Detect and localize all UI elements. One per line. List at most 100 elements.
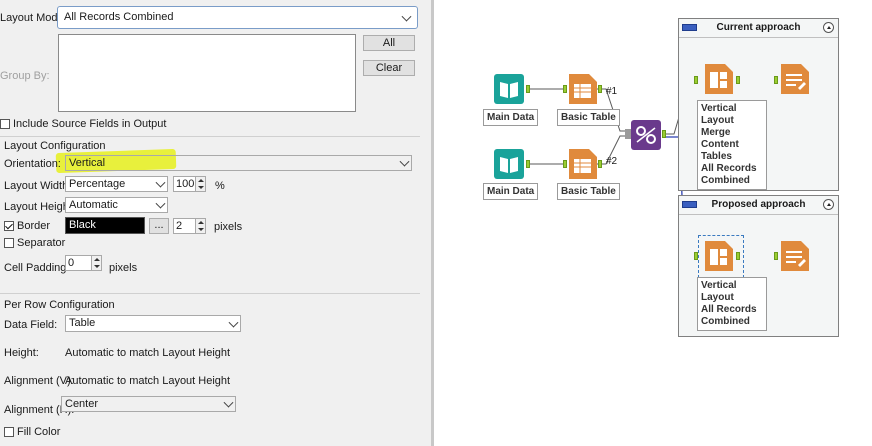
render-icon [781,64,809,94]
join-tool[interactable] [631,120,661,150]
container-icon [682,201,697,208]
border-width-spinner[interactable]: 2 [173,218,206,234]
per-row-header: Per Row Configuration [4,299,115,311]
border-color-more-button[interactable]: ... [149,218,169,234]
cell-padding-unit: pixels [109,262,138,274]
layout-mode-dropdown[interactable]: All Records Combined [57,6,418,29]
cell-padding-label: Cell Padding: [4,262,70,274]
main-data-tool-1[interactable] [494,74,524,104]
layout-width-mode-value: Percentage [69,178,126,190]
layout-width-mode-dropdown[interactable]: Percentage [65,176,168,192]
chevron-down-icon [228,317,239,328]
label-line: Combined [701,175,750,186]
connection-label-1: #1 [606,86,618,97]
height-value: Automatic to match Layout Height [65,347,231,359]
label-line: Combined [701,316,750,327]
label-line: All Records [701,163,757,174]
layout-width-value: 100 [176,178,195,190]
clear-button[interactable]: Clear [363,60,415,76]
separator-label: Separator [17,237,66,249]
data-field-dropdown[interactable]: Table [65,315,241,332]
basic-table-tool-2[interactable] [567,149,597,179]
container-header[interactable]: Proposed approach [679,196,838,215]
render-tool-proposed[interactable] [779,241,809,271]
main-data-tool-2[interactable] [494,149,524,179]
label-line: Vertical Layout [701,280,737,303]
fill-color-label: Fill Color [17,426,61,438]
workflow-canvas[interactable]: Main Data #1 Basic Table Main Data #2 Ba… [434,0,872,446]
layout-width-spinner[interactable]: 100 [173,176,206,192]
group-by-list[interactable] [58,34,356,112]
all-button[interactable]: All [363,35,415,51]
include-source-checkbox[interactable] [0,119,10,129]
orientation-label: Orientation: [4,158,61,170]
alignment-v-value: Automatic to match Layout Height [65,375,231,387]
layout-height-dropdown[interactable]: Automatic [65,197,168,213]
chevron-down-icon [223,397,234,408]
chevron-down-icon [401,11,412,22]
layout-mode-value: All Records Combined [64,11,174,23]
cell-padding-value: 0 [68,257,75,269]
layout-tool-current[interactable] [703,64,733,94]
spinner-icon[interactable] [91,256,101,270]
alignment-v-label: Alignment (V): [4,375,74,387]
table-icon [569,149,597,179]
cell-padding-spinner[interactable]: 0 [65,255,102,271]
input-anchor[interactable] [694,76,698,84]
container-title: Current approach [716,22,801,33]
label-line: Vertical Layout [701,103,737,126]
output-anchor[interactable] [598,85,602,93]
data-field-value: Table [69,317,96,329]
output-anchor[interactable] [736,252,740,260]
container-header[interactable]: Current approach [679,19,838,38]
container-icon [682,24,697,31]
data-field-label: Data Field: [4,319,58,331]
spinner-icon[interactable] [195,219,205,233]
input-anchor[interactable] [774,252,778,260]
output-anchor[interactable] [662,130,666,138]
basic-table-label-2: Basic Table [557,183,620,200]
separator-checkbox[interactable] [4,238,14,248]
table-icon [569,74,597,104]
render-icon [781,241,809,271]
output-anchor[interactable] [526,85,530,93]
label-line: Merge Content [701,127,739,150]
border-checkbox[interactable] [4,221,14,231]
alignment-h-value: Center [65,398,99,410]
chevron-down-icon [155,177,166,188]
output-anchor[interactable] [526,160,530,168]
spinner-icon[interactable] [195,177,205,191]
input-anchor[interactable] [694,252,698,260]
layout-tool-proposed[interactable] [703,241,733,271]
border-color-swatch[interactable]: Black [65,217,145,234]
alignment-h-dropdown[interactable]: Center [61,396,236,412]
layout-icon [705,241,733,271]
connection-label-2: #2 [606,156,618,167]
border-unit: pixels [214,221,243,233]
include-source-label: Include Source Fields in Output [13,118,167,130]
layout-icon [705,64,733,94]
border-width-value: 2 [176,220,183,232]
layout-config-header: Layout Configuration [4,140,106,152]
fill-color-checkbox[interactable] [4,427,14,437]
label-line: All Records [701,304,757,315]
book-icon [494,74,524,104]
layout-label-proposed: Vertical Layout All Records Combined [697,277,767,331]
layout-height-value: Automatic [69,199,118,211]
collapse-icon[interactable] [823,199,834,210]
render-tool-current[interactable] [779,64,809,94]
output-anchor[interactable] [736,76,740,84]
group-by-label: Group By: [0,70,50,82]
join-icon [631,120,661,150]
border-label: Border [17,220,51,232]
orientation-dropdown[interactable]: Vertical [65,155,412,171]
section-divider [0,293,420,294]
section-divider [0,136,420,137]
collapse-icon[interactable] [823,22,834,33]
output-anchor[interactable] [598,160,602,168]
layout-label-current: Vertical Layout Merge Content Tables All… [697,100,767,190]
basic-table-tool-1[interactable] [567,74,597,104]
input-anchor[interactable] [774,76,778,84]
configuration-panel: Layout Mode: All Records Combined Group … [0,0,431,446]
label-line: Tables [701,151,732,162]
